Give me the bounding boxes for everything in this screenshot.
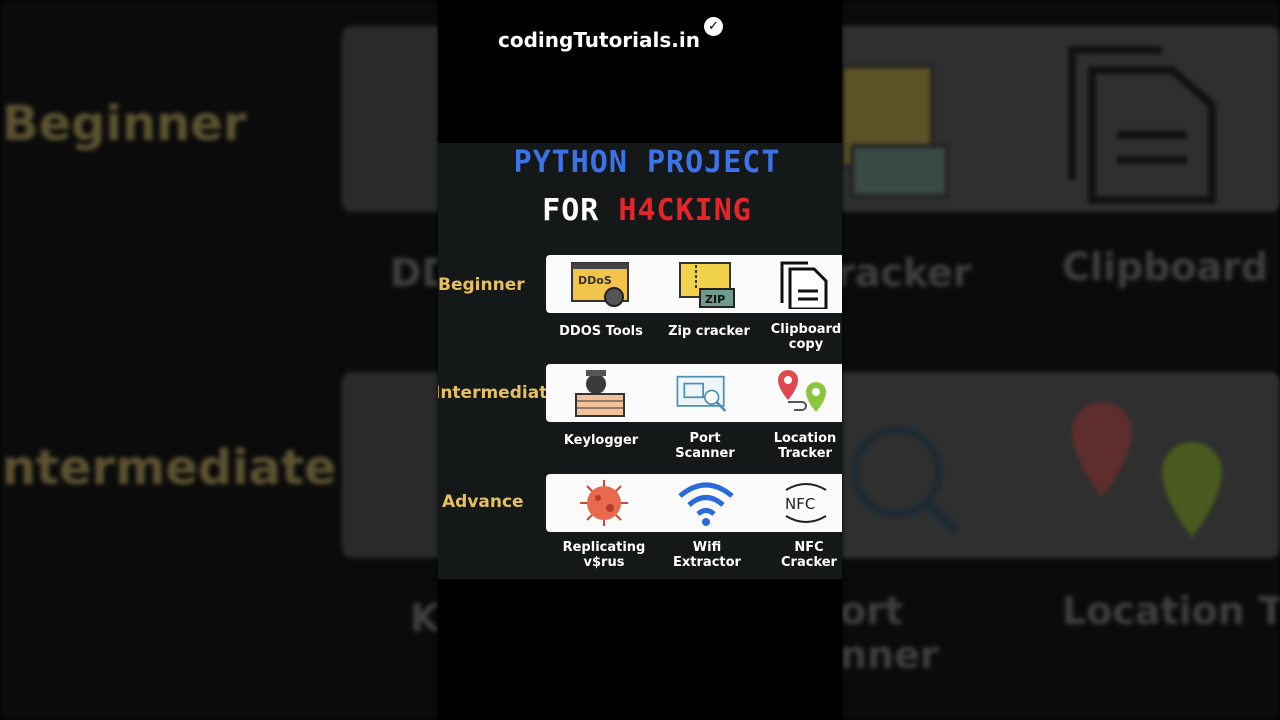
bg-card-1 (342, 26, 438, 212)
bg-label-racker: racker (842, 251, 972, 295)
item-ddos-tools: DDOS Tools (559, 324, 643, 339)
level-intermediate-card (546, 364, 842, 422)
ddos-icon: DDoS (571, 262, 629, 307)
bg-zip-icon (842, 64, 949, 198)
bg-beginner-label: Beginner (2, 96, 247, 152)
bg-card-2 (342, 372, 438, 558)
bg-scanner-icon (851, 426, 961, 536)
bg-card-3 (842, 26, 1280, 212)
svg-text:ZIP: ZIP (705, 293, 725, 306)
level-intermediate-label: Intermediate (438, 383, 559, 403)
level-advance-label: Advance (442, 492, 524, 512)
bg-label-location: Location Tracker (1062, 589, 1280, 633)
svg-text:NFC: NFC (785, 495, 815, 513)
item-port-scanner: Port Scanner (675, 431, 735, 461)
zip-icon: ZIP (679, 262, 735, 308)
nfc-icon: NFC (785, 483, 827, 523)
svg-text:DDoS: DDoS (578, 274, 612, 287)
blurred-background-left: Beginner Intermediate DD K (0, 0, 438, 720)
bg-label-clipboard: Clipboard copy (1062, 245, 1280, 289)
item-wifi-extractor: Wifi Extractor (673, 540, 741, 570)
item-keylogger: Keylogger (563, 433, 639, 448)
check-badge-icon: ✓ (704, 17, 723, 36)
level-beginner-label: Beginner (438, 275, 525, 295)
clipboard-icon (780, 261, 828, 309)
title-prefix: FOR (542, 193, 600, 228)
poster: PYTHON PROJECT FOR H4CKING Beginner DDoS… (438, 143, 842, 579)
bg-location-icon (1072, 402, 1222, 537)
item-clipboard-copy: Clipboard copy (770, 322, 842, 352)
level-advance-card: NFC (546, 474, 842, 532)
port-scanner-icon (676, 375, 727, 412)
item-nfc-cracker: NFC Cracker (781, 540, 837, 570)
poster-title-line2: FOR H4CKING (438, 193, 842, 228)
item-location-tracker: Location Tracker (773, 431, 837, 461)
bg-label-nner: nner (842, 633, 939, 677)
poster-title-line1: PYTHON PROJECT (513, 145, 781, 180)
location-icon (778, 370, 826, 412)
virus-icon (580, 480, 628, 526)
bg-intermediate-label: Intermediate (0, 440, 337, 496)
blurred-background-right: racker Clipboard copy ort nner Location … (842, 0, 1280, 720)
item-replicating-virus: Replicating v$rus (562, 540, 646, 570)
channel-name[interactable]: codingTutorials.in (498, 28, 700, 52)
video-frame[interactable]: codingTutorials.in ✓ PYTHON PROJECT FOR … (438, 0, 842, 720)
bg-label-ort: ort (842, 589, 904, 633)
bg-partial-label-1: DD (390, 251, 438, 295)
item-zip-cracker: Zip cracker (668, 324, 750, 339)
keylogger-icon (575, 370, 625, 417)
bg-partial-label-2: K (410, 596, 438, 640)
bg-clipboard-icon (1068, 46, 1216, 204)
bg-card-4 (842, 372, 1280, 558)
level-beginner-card: DDoS ZIP (546, 255, 842, 313)
title-highlight: H4CKING (618, 193, 752, 228)
wifi-icon (678, 482, 734, 526)
